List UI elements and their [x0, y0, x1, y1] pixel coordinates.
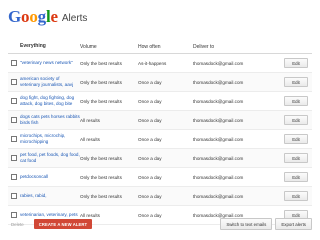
row-checkbox[interactable] [11, 117, 17, 123]
edit-cell: Edit [281, 172, 312, 182]
edit-cell: Edit [281, 191, 312, 201]
alert-query-link[interactable]: rabies, rabid, [20, 193, 80, 199]
header: Google Alerts [8, 4, 87, 26]
edit-cell: Edit [281, 96, 312, 106]
delete-button[interactable]: Delete [11, 222, 24, 227]
footer-actions: Delete CREATE A NEW ALERT Switch to text… [8, 218, 312, 230]
alert-deliver-to: thomasdock@gmail.com [193, 212, 244, 218]
row-select-cell [8, 79, 20, 85]
edit-cell: Edit [281, 77, 312, 87]
switch-text-emails-button[interactable]: Switch to text emails [220, 218, 273, 230]
table-row: american society of veterinary journalis… [8, 73, 312, 92]
column-header-how-often: How often [138, 43, 161, 50]
page-title: Alerts [61, 13, 88, 24]
row-checkbox[interactable] [11, 174, 17, 180]
alert-volume: All results [80, 136, 100, 142]
alerts-table: Everything Volume How often Deliver to "… [8, 40, 312, 225]
table-row: dog fight, dog fighting, dog attack, dog… [8, 92, 312, 111]
alert-query-link[interactable]: dogs cats pets horses rabbits birds fish [20, 114, 80, 125]
alert-frequency: Once a day [138, 98, 162, 104]
alert-query-link[interactable]: petdocsoncall [20, 174, 80, 180]
alert-volume: All results [80, 212, 100, 218]
row-select-cell [8, 174, 20, 180]
row-checkbox[interactable] [11, 98, 17, 104]
row-select-cell [8, 98, 20, 104]
alert-deliver-to: thomasdock@gmail.com [193, 193, 244, 199]
alert-volume: Only the best results [80, 155, 122, 161]
alert-frequency: Once a day [138, 117, 162, 123]
edit-button[interactable]: Edit [284, 58, 308, 68]
google-logo[interactable]: Google [8, 8, 58, 26]
edit-button[interactable]: Edit [284, 134, 308, 144]
edit-button[interactable]: Edit [284, 191, 308, 201]
row-checkbox[interactable] [11, 155, 17, 161]
alert-query-link[interactable]: "veterinary news network" [20, 60, 80, 66]
alert-volume: All results [80, 117, 100, 123]
table-body: "veterinary news network" Only the best r… [8, 54, 312, 225]
alert-deliver-to: thomasdock@gmail.com [193, 98, 244, 104]
edit-button[interactable]: Edit [284, 115, 308, 125]
table-row: "veterinary news network" Only the best r… [8, 54, 312, 73]
table-row: microchips, microchip, microchipping All … [8, 130, 312, 149]
row-checkbox[interactable] [11, 79, 17, 85]
alert-volume: Only the best results [80, 79, 122, 85]
table-header: Everything Volume How often Deliver to [8, 40, 312, 54]
row-select-cell [8, 136, 20, 142]
alert-frequency: Once a day [138, 155, 162, 161]
alert-deliver-to: thomasdock@gmail.com [193, 60, 244, 66]
alert-deliver-to: thomasdock@gmail.com [193, 117, 244, 123]
edit-cell: Edit [281, 58, 312, 68]
row-select-cell [8, 193, 20, 199]
alert-volume: Only the best results [80, 193, 122, 199]
row-checkbox[interactable] [11, 193, 17, 199]
edit-cell: Edit [281, 115, 312, 125]
alert-frequency: Once a day [138, 212, 162, 218]
logo-letter: o [21, 7, 30, 26]
create-alert-button[interactable]: CREATE A NEW ALERT [33, 219, 93, 229]
edit-cell: Edit [281, 134, 312, 144]
alert-query-link[interactable]: american society of veterinary journalis… [20, 76, 80, 87]
alert-volume: Only the best results [80, 98, 122, 104]
column-header-everything[interactable]: Everything [20, 43, 80, 50]
alert-deliver-to: thomasdock@gmail.com [193, 79, 244, 85]
alert-deliver-to: thomasdock@gmail.com [193, 155, 244, 161]
edit-button[interactable]: Edit [284, 172, 308, 182]
row-select-cell [8, 117, 20, 123]
row-select-cell [8, 155, 20, 161]
alert-query-link[interactable]: microchips, microchip, microchipping [20, 133, 80, 144]
alert-query-link[interactable]: pet food, pet foods, dog food, cat food [20, 152, 80, 163]
table-row: pet food, pet foods, dog food, cat food O… [8, 149, 312, 168]
alert-volume: Only the best results [80, 174, 122, 180]
alert-frequency: Once a day [138, 136, 162, 142]
alert-frequency: As-it-happens [138, 60, 167, 66]
logo-letter: o [29, 7, 38, 26]
row-checkbox[interactable] [11, 136, 17, 142]
export-alerts-button[interactable]: Export alerts [275, 218, 312, 230]
alert-volume: Only the best results [80, 60, 122, 66]
edit-button[interactable]: Edit [284, 153, 308, 163]
column-header-volume: Volume [80, 43, 97, 50]
alert-query-link[interactable]: veterinarian, veterinary, pets [20, 212, 80, 218]
table-row: petdocsoncall Only the best results Once a… [8, 168, 312, 187]
table-row: dogs cats pets horses rabbits birds fish… [8, 111, 312, 130]
table-row: rabies, rabid, Only the best results Once … [8, 187, 312, 206]
alert-frequency: Once a day [138, 174, 162, 180]
edit-button[interactable]: Edit [284, 96, 308, 106]
alert-deliver-to: thomasdock@gmail.com [193, 174, 244, 180]
alert-query-link[interactable]: dog fight, dog fighting, dog attack, dog… [20, 95, 80, 106]
logo-letter: G [8, 7, 22, 26]
edit-cell: Edit [281, 153, 312, 163]
row-checkbox[interactable] [11, 60, 17, 66]
alert-deliver-to: thomasdock@gmail.com [193, 136, 244, 142]
alert-frequency: Once a day [138, 193, 162, 199]
edit-button[interactable]: Edit [284, 77, 308, 87]
row-select-cell [8, 60, 20, 66]
alert-frequency: Once a day [138, 79, 162, 85]
logo-letter: e [50, 7, 59, 26]
column-header-deliver-to: Deliver to [193, 43, 215, 50]
logo-letter: g [37, 7, 47, 26]
